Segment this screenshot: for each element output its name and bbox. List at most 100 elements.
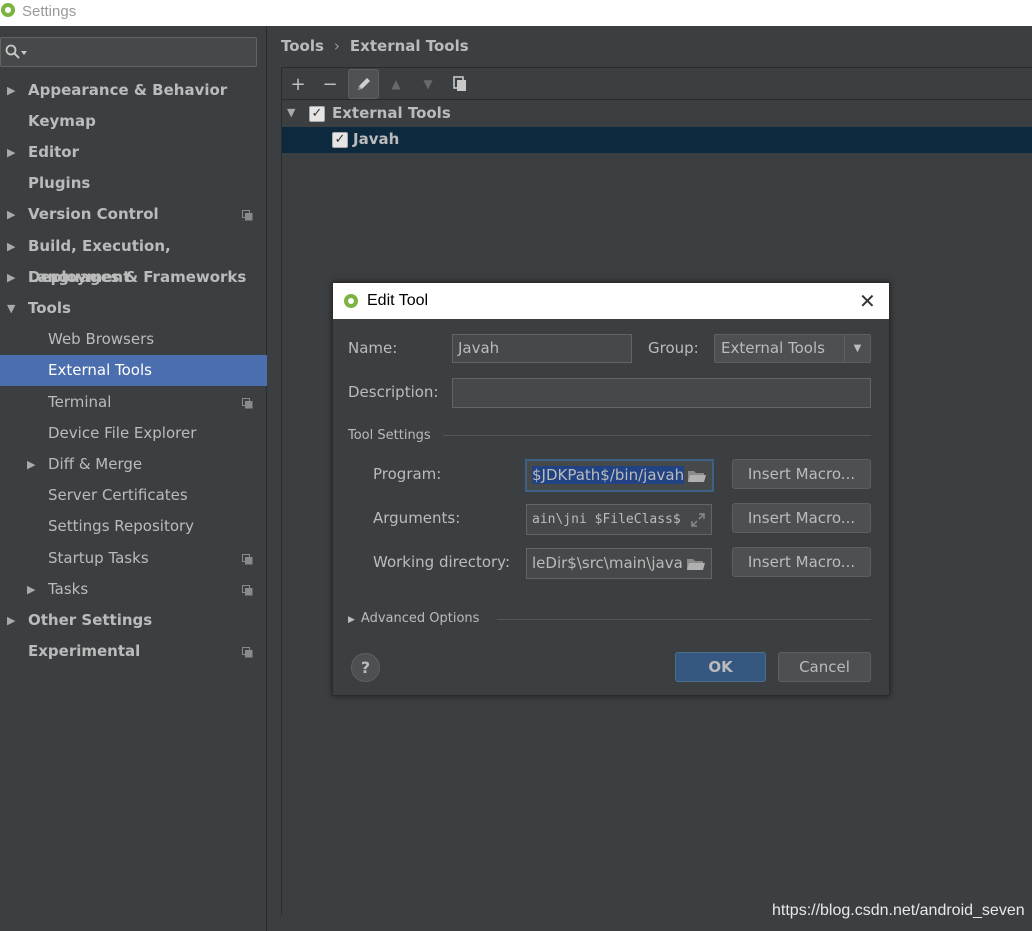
group-combobox[interactable]: External Tools ▼ — [714, 334, 871, 363]
description-input[interactable] — [452, 378, 871, 408]
collapsed-arrow-icon[interactable]: ▶ — [7, 75, 15, 106]
collapsed-arrow-icon[interactable]: ▶ — [27, 574, 35, 605]
sidebar-item-label: Experimental — [28, 642, 141, 660]
tree-group-row[interactable]: ▼ ✓ External Tools — [282, 101, 1032, 127]
sidebar-item-editor[interactable]: ▶ Editor — [0, 137, 267, 168]
collapsed-arrow-icon[interactable]: ▶ — [7, 199, 15, 230]
move-up-button[interactable]: ▲ — [382, 70, 410, 98]
collapsed-arrow-icon[interactable]: ▶ — [7, 262, 15, 293]
tool-label: Javah — [353, 130, 400, 148]
sidebar-item-label: Server Certificates — [48, 486, 188, 504]
program-insert-macro-button[interactable]: Insert Macro... — [732, 459, 871, 489]
copy-button[interactable] — [446, 70, 474, 98]
sidebar-item-external-tools[interactable]: External Tools — [0, 355, 267, 386]
search-icon — [5, 44, 27, 59]
dialog-title: Edit Tool — [367, 292, 429, 309]
project-level-icon — [242, 210, 253, 221]
project-level-icon — [242, 647, 253, 658]
remove-button[interactable]: − — [316, 70, 344, 98]
workdir-insert-macro-button[interactable]: Insert Macro... — [732, 547, 871, 577]
project-level-icon — [242, 398, 253, 409]
sidebar-item-diff-merge[interactable]: ▶ Diff & Merge — [0, 449, 267, 480]
close-icon[interactable]: ✕ — [859, 289, 876, 314]
collapsed-arrow-icon[interactable]: ▶ — [7, 605, 15, 636]
expand-icon[interactable] — [690, 512, 706, 528]
name-input[interactable]: Javah — [452, 334, 632, 363]
ok-button[interactable]: OK — [675, 652, 766, 682]
sidebar-item-version-control[interactable]: ▶ Version Control — [0, 199, 267, 230]
sidebar-item-tools[interactable]: ▼ Tools — [0, 293, 267, 324]
tree-tool-row[interactable]: ✓ Javah — [282, 127, 1032, 153]
sidebar-item-settings-repository[interactable]: Settings Repository — [0, 511, 267, 542]
search-input[interactable] — [0, 37, 257, 67]
android-studio-icon — [344, 294, 358, 308]
sidebar-item-label: Startup Tasks — [48, 549, 149, 567]
sidebar-item-other-settings[interactable]: ▶ Other Settings — [0, 605, 267, 636]
sidebar-item-label: Tools — [28, 299, 71, 317]
sidebar-item-label: Diff & Merge — [48, 455, 143, 473]
group-checkbox[interactable]: ✓ — [309, 106, 325, 122]
working-directory-label: Working directory: — [373, 553, 511, 571]
sidebar-item-label: External Tools — [48, 361, 152, 379]
cancel-button[interactable]: Cancel — [778, 652, 871, 682]
arguments-value: ain\jni $FileClass$ — [532, 512, 681, 527]
edit-button[interactable] — [348, 69, 379, 99]
pencil-icon — [357, 78, 370, 90]
move-down-button[interactable]: ▼ — [414, 70, 442, 98]
sidebar-item-label: Version Control — [28, 205, 159, 223]
sidebar-item-label: Editor — [28, 143, 79, 161]
sidebar-item-device-file-explorer[interactable]: Device File Explorer — [0, 418, 267, 449]
sidebar-item-plugins[interactable]: Plugins — [0, 168, 267, 199]
sidebar-item-build-execution-deployment[interactable]: ▶ Build, Execution, Deployment — [0, 231, 267, 286]
android-studio-icon — [1, 3, 15, 17]
sidebar-item-label: Web Browsers — [48, 330, 155, 348]
sidebar-item-appearance-behavior[interactable]: ▶ Appearance & Behavior — [0, 75, 267, 106]
dialog-titlebar: Edit Tool ✕ — [333, 283, 889, 319]
sidebar-item-label: Device File Explorer — [48, 424, 197, 442]
sidebar-item-server-certificates[interactable]: Server Certificates — [0, 480, 267, 511]
collapsed-arrow-icon[interactable]: ▶ — [7, 231, 15, 262]
watermark: https://blog.csdn.net/android_seven — [772, 902, 1025, 919]
edit-tool-dialog: Edit Tool ✕ Name: Javah Group: External … — [332, 282, 890, 696]
breadcrumb-separator: › — [333, 37, 340, 55]
program-input[interactable]: $JDKPath$/bin/javah — [525, 459, 714, 492]
copy-icon — [453, 76, 466, 91]
help-button[interactable]: ? — [351, 653, 380, 682]
arguments-insert-macro-button[interactable]: Insert Macro... — [732, 503, 871, 533]
sidebar-item-keymap[interactable]: Keymap — [0, 106, 267, 137]
tool-checkbox[interactable]: ✓ — [332, 132, 348, 148]
expand-arrow-icon[interactable]: ▼ — [287, 106, 295, 119]
collapsed-arrow-icon[interactable]: ▶ — [27, 449, 35, 480]
chevron-down-icon[interactable]: ▼ — [844, 335, 870, 362]
tools-toolbar: + − ▲ ▼ — [282, 68, 1032, 100]
settings-sidebar: ▶ Appearance & Behavior Keymap ▶ Editor Plugi… — [0, 26, 267, 931]
working-directory-value: leDir$\src\main\java — [532, 554, 683, 572]
sidebar-item-startup-tasks[interactable]: Startup Tasks — [0, 543, 267, 574]
expanded-arrow-icon[interactable]: ▼ — [7, 293, 15, 324]
tool-settings-heading: Tool Settings — [348, 428, 431, 443]
working-directory-input[interactable]: leDir$\src\main\java — [526, 548, 712, 579]
group-combobox-value: External Tools — [721, 339, 825, 357]
program-label: Program: — [373, 465, 442, 483]
sidebar-item-web-browsers[interactable]: Web Browsers — [0, 324, 267, 355]
sidebar-item-experimental[interactable]: Experimental — [0, 636, 267, 667]
sidebar-item-label: Appearance & Behavior — [28, 81, 228, 99]
collapsed-arrow-icon[interactable]: ▶ — [7, 137, 15, 168]
folder-icon[interactable] — [687, 468, 707, 484]
arguments-input[interactable]: ain\jni $FileClass$ — [526, 504, 712, 535]
folder-icon[interactable] — [686, 556, 706, 572]
advanced-options-toggle[interactable]: ▶ Advanced Options — [348, 611, 479, 626]
breadcrumb-parent[interactable]: Tools — [281, 37, 324, 55]
sidebar-item-tasks[interactable]: ▶ Tasks — [0, 574, 267, 605]
sidebar-item-terminal[interactable]: Terminal — [0, 387, 267, 418]
add-button[interactable]: + — [284, 70, 312, 98]
section-divider — [443, 435, 871, 436]
sidebar-item-label: Other Settings — [28, 611, 153, 629]
expand-arrow-icon: ▶ — [348, 615, 355, 625]
project-level-icon — [242, 554, 253, 565]
advanced-options-label: Advanced Options — [360, 611, 480, 626]
sidebar-item-label: Languages & Frameworks — [28, 268, 247, 286]
sidebar-item-label: Plugins — [28, 174, 91, 192]
sidebar-item-languages-frameworks[interactable]: ▶ Languages & Frameworks — [0, 262, 267, 293]
window-titlebar: Settings — [0, 0, 1032, 26]
